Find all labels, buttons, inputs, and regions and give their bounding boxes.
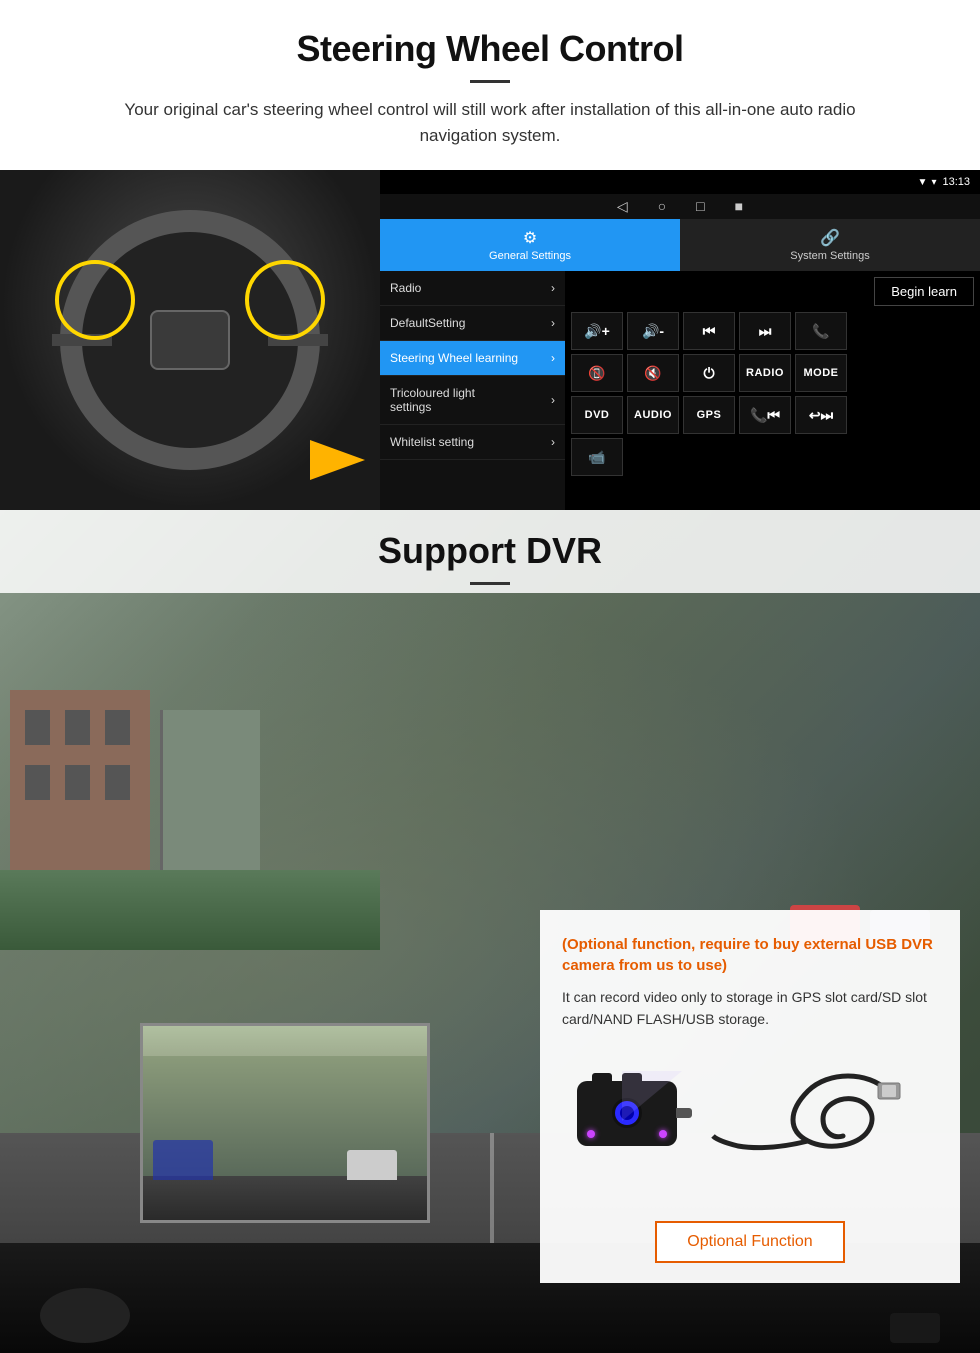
ctrl-phone[interactable]: 📞 [795, 312, 847, 350]
ctrl-dvr[interactable]: 📹 [571, 438, 623, 476]
menu-controls: Radio › DefaultSetting › Steering Wheel … [380, 271, 980, 510]
dvr-thumbnail [140, 1023, 430, 1223]
nav-recents[interactable]: □ [696, 198, 704, 215]
hedge-left [0, 870, 380, 950]
title-divider [470, 80, 510, 83]
ctrl-mode[interactable]: MODE [795, 354, 847, 392]
android-panel: ▼ ▾ 13:13 ◁ ○ □ ■ ⚙ General Settings 🔗 [380, 170, 980, 510]
dashboard-trim [890, 1313, 940, 1343]
ctrl-row-2: 📵 🔇 ⏻ RADIO MODE [571, 354, 974, 392]
settings-tabs: ⚙ General Settings 🔗 System Settings [380, 219, 980, 271]
building-left [10, 690, 150, 890]
sw-arrow [310, 440, 370, 480]
menu-whitelist-label: Whitelist setting [390, 435, 474, 449]
statusbar-icons: ▼ ▾ [918, 177, 937, 188]
menu-steering-label: Steering Wheel learning [390, 351, 518, 365]
android-nav: ◁ ○ □ ■ [380, 194, 980, 219]
steering-section: Steering Wheel Control Your original car… [0, 0, 980, 510]
steering-demo-area: ▼ ▾ 13:13 ◁ ○ □ ■ ⚙ General Settings 🔗 [0, 170, 980, 510]
dvr-content: Support DVR [0, 510, 980, 593]
tab-system-label: System Settings [790, 250, 869, 262]
begin-learn-button[interactable]: Begin learn [874, 277, 974, 306]
dvr-info-card: (Optional function, require to buy exter… [540, 910, 960, 1283]
tab-general-settings[interactable]: ⚙ General Settings [380, 219, 680, 271]
sw-highlight-right [245, 260, 325, 340]
menu-radio-label: Radio [390, 281, 421, 295]
optional-fn-container: Optional Function [562, 1221, 938, 1263]
ctrl-radio[interactable]: RADIO [739, 354, 791, 392]
dvr-thumbnail-inner [143, 1026, 427, 1220]
signal-icon: ▼ [918, 177, 928, 188]
building-center [160, 710, 260, 890]
ctrl-hangup[interactable]: 📵 [571, 354, 623, 392]
sw-highlight-left [55, 260, 135, 340]
light-cone [622, 1071, 682, 1121]
dvr-title: Support DVR [40, 530, 940, 572]
ctrl-gps[interactable]: GPS [683, 396, 735, 434]
ctrl-prev-track[interactable]: ⏮ [683, 312, 735, 350]
menu-tricoloured-chevron: › [551, 393, 555, 407]
tab-general-label: General Settings [489, 250, 571, 262]
menu-item-whitelist[interactable]: Whitelist setting › [380, 425, 565, 460]
dvr-header: Support DVR [0, 510, 980, 593]
menu-list: Radio › DefaultSetting › Steering Wheel … [380, 271, 565, 510]
buildings-area [0, 630, 980, 950]
dvr-camera-illustration [562, 1051, 938, 1211]
steering-wheel [60, 210, 320, 470]
nav-menu[interactable]: ■ [735, 198, 743, 215]
ctrl-row-3: DVD AUDIO GPS 📞⏮ ↩⏭ [571, 396, 974, 434]
steering-subtitle: Your original car's steering wheel contr… [90, 97, 890, 148]
menu-steering-chevron: › [551, 351, 555, 365]
dvr-description: It can record video only to storage in G… [562, 986, 938, 1031]
nav-home[interactable]: ○ [658, 198, 666, 215]
menu-radio-chevron: › [551, 281, 555, 295]
menu-item-steering[interactable]: Steering Wheel learning › [380, 341, 565, 376]
dvr-divider [470, 582, 510, 585]
menu-tricoloured-label: Tricoloured lightsettings [390, 386, 475, 414]
dvr-section: Support DVR (Optional function, require … [0, 510, 980, 1353]
android-statusbar: ▼ ▾ 13:13 [380, 170, 980, 194]
gear-icon: ⚙ [523, 228, 537, 248]
steering-photo [0, 170, 380, 510]
menu-item-defaultsetting[interactable]: DefaultSetting › [380, 306, 565, 341]
ctrl-audio[interactable]: AUDIO [627, 396, 679, 434]
ctrl-dvd[interactable]: DVD [571, 396, 623, 434]
menu-item-tricoloured[interactable]: Tricoloured lightsettings › [380, 376, 565, 425]
statusbar-time: 13:13 [942, 176, 970, 188]
cable-svg [708, 1071, 908, 1181]
nav-back[interactable]: ◁ [617, 198, 628, 215]
ctrl-next-track[interactable]: ⏭ [739, 312, 791, 350]
menu-default-label: DefaultSetting [390, 316, 465, 330]
menu-item-radio[interactable]: Radio › [380, 271, 565, 306]
ctrl-row-4: 📹 [571, 438, 974, 476]
system-icon: 🔗 [820, 228, 840, 248]
wifi-icon: ▾ [931, 177, 936, 188]
ctrl-mute[interactable]: 🔇 [627, 354, 679, 392]
steering-header: Steering Wheel Control Your original car… [0, 0, 980, 156]
tab-system-settings[interactable]: 🔗 System Settings [680, 219, 980, 271]
arrow-shape [310, 440, 365, 480]
optional-function-button[interactable]: Optional Function [655, 1221, 844, 1263]
cable-coil [708, 1071, 888, 1171]
ctrl-vol-minus[interactable]: 🔊- [627, 312, 679, 350]
dvr-optional-text: (Optional function, require to buy exter… [562, 934, 938, 976]
steering-title: Steering Wheel Control [40, 28, 940, 70]
begin-learn-row: Begin learn [571, 277, 974, 306]
menu-default-chevron: › [551, 316, 555, 330]
ctrl-vol-plus[interactable]: 🔊+ [571, 312, 623, 350]
ctrl-power[interactable]: ⏻ [683, 354, 735, 392]
ctrl-call-prev[interactable]: 📞⏮ [739, 396, 791, 434]
controls-panel: Begin learn 🔊+ 🔊- ⏮ ⏭ 📞 📵 🔇 ⏻ [565, 271, 980, 510]
menu-whitelist-chevron: › [551, 435, 555, 449]
ctrl-row-1: 🔊+ 🔊- ⏮ ⏭ 📞 [571, 312, 974, 350]
sw-hub [150, 310, 230, 370]
ctrl-next-end[interactable]: ↩⏭ [795, 396, 847, 434]
